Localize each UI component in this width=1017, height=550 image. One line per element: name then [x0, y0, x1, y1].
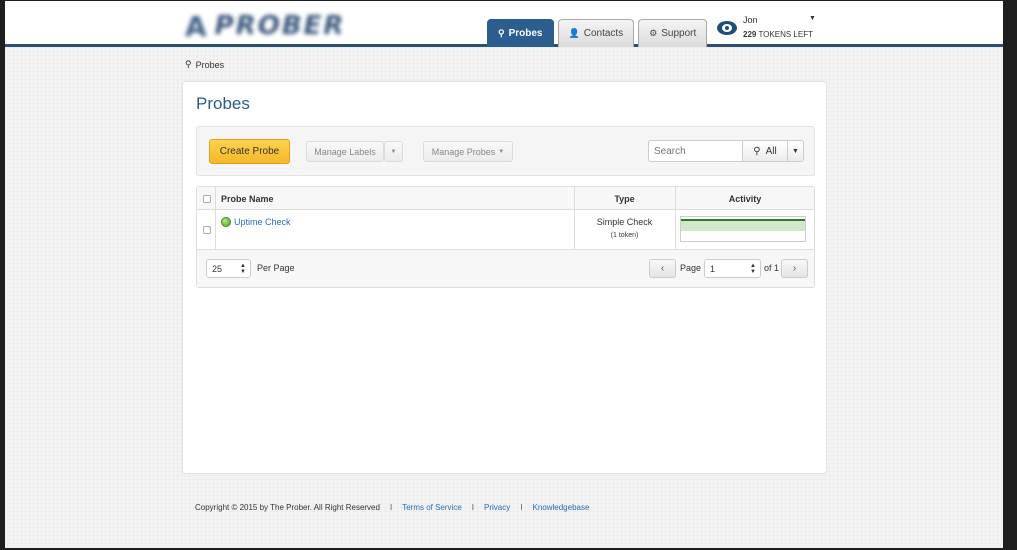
- manage-probes-button[interactable]: Manage Probes ▼: [423, 141, 513, 162]
- activity-fill: [681, 221, 805, 231]
- chevron-left-icon: ‹: [660, 263, 665, 274]
- top-header: A PROBER ⚲ Probes 👤 Contacts ⚙ Support J…: [5, 1, 1003, 47]
- col-activity: Activity: [728, 193, 762, 204]
- manage-labels-dropdown-button[interactable]: ▼: [384, 141, 403, 162]
- prev-page-button[interactable]: ‹: [649, 259, 676, 278]
- user-icon: 👤: [568, 28, 580, 38]
- breadcrumb: ⚲ Probes: [185, 59, 224, 70]
- row-checkbox[interactable]: [203, 226, 211, 234]
- per-page-label: Per Page: [257, 263, 295, 273]
- chevron-down-icon: ▼: [498, 148, 505, 155]
- page-label: Page: [680, 263, 702, 273]
- tab-label: Probes: [508, 28, 543, 39]
- page-footer: Copyright © 2015 by The Prober. All Righ…: [195, 503, 589, 512]
- terms-link[interactable]: Terms of Service: [402, 503, 462, 512]
- per-page-select[interactable]: 25 ▲ ▼: [206, 259, 251, 278]
- manage-probes-label: Manage Probes: [431, 146, 496, 157]
- probe-name-cell: Uptime Check: [221, 217, 291, 227]
- create-probe-button[interactable]: Create Probe: [209, 139, 290, 164]
- probe-link[interactable]: Uptime Check: [234, 217, 291, 227]
- tokens-count: 229: [743, 30, 757, 39]
- status-up-icon: [221, 217, 231, 227]
- tab-support[interactable]: ⚙ Support: [638, 19, 708, 47]
- map-pin-icon: ⚲: [185, 59, 192, 69]
- user-menu[interactable]: Jon ▼ 229 TOKENS LEFT: [717, 13, 827, 43]
- select-arrows-icon: ▲ ▼: [750, 263, 756, 275]
- table-footer: 25 ▲ ▼ Per Page ‹ Page 1 ▲ ▼ of 1 ›: [197, 249, 814, 287]
- chevron-down-icon: ▼: [792, 147, 799, 155]
- activity-sparkline: [680, 216, 806, 242]
- activity-line: [681, 219, 805, 221]
- probe-type-cell: Simple Check: [596, 217, 653, 227]
- chevron-down-icon[interactable]: ▼: [809, 15, 816, 22]
- footer-separator: I: [520, 503, 523, 512]
- tab-probes[interactable]: ⚲ Probes: [487, 19, 554, 47]
- page-count: of 1: [764, 263, 780, 273]
- toolbar: Create Probe Manage Labels ▼ Manage Prob…: [196, 126, 815, 176]
- column-divider: [215, 187, 216, 249]
- select-arrows-icon: ▲ ▼: [240, 263, 246, 275]
- search-scope-dropdown[interactable]: ▼: [787, 140, 804, 162]
- logo[interactable]: A PROBER: [185, 9, 345, 43]
- search-icon: ⚲: [753, 145, 761, 157]
- per-page-value: 25: [212, 263, 223, 274]
- map-pin-icon: ⚲: [498, 28, 505, 38]
- footer-separator: I: [389, 503, 393, 512]
- tokens-left: 229 TOKENS LEFT: [743, 30, 813, 39]
- knowledgebase-link[interactable]: Knowledgebase: [532, 503, 589, 512]
- row-checkbox-cell: [203, 226, 211, 236]
- logo-mark: A: [185, 9, 207, 43]
- col-probe-name[interactable]: Probe Name: [221, 187, 274, 210]
- page-value: 1: [710, 263, 716, 274]
- manage-labels-button[interactable]: Manage Labels: [306, 141, 384, 162]
- gear-icon: ⚙: [649, 28, 658, 38]
- privacy-link[interactable]: Privacy: [484, 503, 510, 512]
- page-title: Probes: [196, 94, 250, 113]
- chevron-down-icon: ▼: [390, 148, 397, 155]
- probe-token-cost: (1 token): [610, 232, 639, 239]
- main-tabs: ⚲ Probes 👤 Contacts ⚙ Support: [487, 19, 708, 47]
- logo-text: PROBER: [214, 11, 346, 41]
- user-name: Jon: [743, 15, 758, 25]
- app-window: A PROBER ⚲ Probes 👤 Contacts ⚙ Support J…: [5, 1, 1003, 548]
- avatar: [717, 21, 737, 35]
- probes-table: Probe Name Type Activity Uptime Check Si…: [196, 186, 815, 288]
- copyright-text: Copyright © 2015 by The Prober. All Righ…: [195, 503, 380, 512]
- col-type[interactable]: Type: [574, 187, 675, 210]
- select-all-checkbox-cell: [203, 187, 211, 210]
- tab-contacts[interactable]: 👤 Contacts: [557, 19, 635, 47]
- column-divider: [675, 187, 676, 249]
- search-scope-button[interactable]: ⚲ All: [742, 140, 788, 162]
- breadcrumb-item[interactable]: Probes: [196, 60, 225, 70]
- tokens-label: TOKENS LEFT: [758, 30, 813, 39]
- page-select[interactable]: 1 ▲ ▼: [704, 259, 761, 278]
- tab-label: Support: [661, 28, 697, 39]
- main-panel: Probes Create Probe Manage Labels ▼ Mana…: [182, 81, 827, 474]
- search-input[interactable]: [648, 140, 743, 162]
- chevron-right-icon: ›: [792, 263, 797, 274]
- footer-separator: I: [471, 503, 475, 512]
- search-scope-label: All: [765, 145, 777, 157]
- tab-label: Contacts: [583, 28, 624, 39]
- table-header-row: Probe Name Type Activity: [197, 187, 814, 210]
- select-all-checkbox[interactable]: [203, 194, 211, 203]
- next-page-button[interactable]: ›: [781, 259, 808, 278]
